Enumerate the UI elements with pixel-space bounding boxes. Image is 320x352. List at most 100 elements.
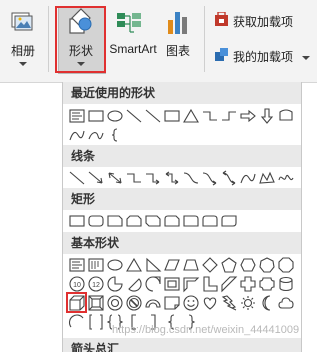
shape-folded-corner[interactable]: [162, 293, 181, 312]
my-addins-button[interactable]: 我的加载项: [214, 46, 311, 69]
shape-elbow-connector-reverse[interactable]: [219, 106, 238, 125]
shape-rounded-rectangle[interactable]: [86, 211, 105, 230]
shape-pie[interactable]: [105, 274, 124, 293]
snip-same-side-icon: [125, 214, 142, 227]
shape-pentagon[interactable]: [219, 255, 238, 274]
shape-dodecagon[interactable]: 12: [86, 274, 105, 293]
ribbon-divider: [204, 6, 205, 72]
shape-chord[interactable]: [124, 274, 143, 293]
frame-icon: [163, 276, 180, 291]
shape-donut[interactable]: [105, 293, 124, 312]
folded-corner-icon: [163, 295, 180, 310]
shape-rectangle[interactable]: [67, 211, 86, 230]
shape-rectangle[interactable]: [86, 106, 105, 125]
shape-cloud[interactable]: [276, 293, 295, 312]
shape-brace-left[interactable]: [105, 125, 124, 144]
elbow-connector-icon: [126, 172, 141, 183]
shape-snip-same-side[interactable]: [124, 211, 143, 230]
chord-icon: [127, 277, 142, 292]
shape-can[interactable]: [276, 274, 295, 293]
shape-round-same-side[interactable]: [200, 211, 219, 230]
shape-snip-single-corner[interactable]: [105, 211, 124, 230]
shape-cube[interactable]: [66, 292, 87, 313]
shape-smiley-face[interactable]: [181, 293, 200, 312]
scribble-icon: [277, 174, 293, 180]
shape-diamond[interactable]: [200, 255, 219, 274]
shape-text-box[interactable]: [67, 106, 86, 125]
shape-round-single-corner[interactable]: [181, 211, 200, 230]
shape-triangle[interactable]: [181, 106, 200, 125]
shape-down-arrow[interactable]: [257, 106, 276, 125]
shape-curve[interactable]: [67, 125, 86, 144]
shape-curved-double-arrow[interactable]: [219, 168, 238, 187]
shape-bevel[interactable]: [86, 293, 105, 312]
shape-curved-arrow[interactable]: [200, 168, 219, 187]
shape-elbow-connector[interactable]: [124, 168, 143, 187]
shape-freeform[interactable]: [257, 168, 276, 187]
line-diagonal-icon: [145, 109, 160, 122]
shape-freeform-curve[interactable]: [86, 125, 105, 144]
shape-line[interactable]: [124, 106, 143, 125]
shape-elbow-connector[interactable]: [200, 106, 219, 125]
shape-hexagon[interactable]: [238, 255, 257, 274]
shape-l-shape[interactable]: [200, 274, 219, 293]
addins-icon: [214, 47, 229, 69]
shape-line-diagonal[interactable]: [143, 106, 162, 125]
shape-teardrop[interactable]: [143, 274, 162, 293]
shape-oval[interactable]: [105, 106, 124, 125]
shape-snip-diagonal[interactable]: [143, 211, 162, 230]
shape-no-symbol[interactable]: [124, 293, 143, 312]
l-shape-icon: [202, 275, 218, 292]
shape-vertical-text-box[interactable]: [86, 255, 105, 274]
shape-plaque[interactable]: [257, 274, 276, 293]
shape-decagon[interactable]: 10: [67, 274, 86, 293]
shape-frame[interactable]: [162, 274, 181, 293]
shape-double-arrow[interactable]: [105, 168, 124, 187]
shape-text-box[interactable]: [67, 255, 86, 274]
elbow-connector-icon: [202, 110, 217, 121]
shape-heptagon[interactable]: [257, 255, 276, 274]
shape-snip-round[interactable]: [162, 211, 181, 230]
shape-arrow[interactable]: [86, 168, 105, 187]
shape-parallelogram[interactable]: [162, 255, 181, 274]
shape-double-bracket[interactable]: [86, 312, 105, 331]
shape-elbow-arrow[interactable]: [143, 168, 162, 187]
rectangle-icon: [87, 109, 104, 122]
chart-label: 图表: [165, 44, 190, 58]
chart-button[interactable]: 图表: [158, 6, 198, 72]
shape-elbow-double-arrow[interactable]: [162, 168, 181, 187]
smartart-icon: [116, 12, 142, 37]
shape-cross[interactable]: [238, 274, 257, 293]
plaque-icon: [258, 276, 275, 291]
shape-heart[interactable]: [200, 293, 219, 312]
shape-arc[interactable]: [67, 312, 86, 331]
shape-round-diagonal[interactable]: [219, 211, 238, 230]
can-icon: [278, 276, 293, 291]
shape-diagonal-stripe[interactable]: [219, 274, 238, 293]
shape-trapezoid[interactable]: [181, 255, 200, 274]
shape-lightning-bolt[interactable]: [219, 293, 238, 312]
smartart-button[interactable]: SmartArt: [106, 6, 157, 72]
get-addins-label: 获取加载项: [233, 15, 294, 29]
photo-album-button[interactable]: 相册: [4, 6, 42, 72]
shape-curve[interactable]: [238, 168, 257, 187]
shape-half-frame[interactable]: [181, 274, 200, 293]
shape-octagon[interactable]: [276, 255, 295, 274]
smartart-label: SmartArt: [109, 42, 157, 56]
shape-flowchart-process[interactable]: [276, 106, 295, 125]
shape-block-arc[interactable]: [143, 293, 162, 312]
shape-curved-connector[interactable]: [181, 168, 200, 187]
svg-text:10: 10: [73, 282, 81, 289]
get-addins-button[interactable]: 获取加载项: [214, 11, 293, 33]
recent-shapes-grid: [67, 106, 295, 144]
shape-right-arrow[interactable]: [238, 106, 257, 125]
shape-rectangle-outline[interactable]: [162, 106, 181, 125]
shape-oval[interactable]: [105, 255, 124, 274]
shape-line[interactable]: [67, 168, 86, 187]
shape-moon[interactable]: [257, 293, 276, 312]
shape-triangle[interactable]: [124, 255, 143, 274]
shape-sun[interactable]: [238, 293, 257, 312]
shape-scribble[interactable]: [276, 168, 295, 187]
shapes-button-highlight: [55, 6, 106, 73]
shape-right-triangle[interactable]: [143, 255, 162, 274]
